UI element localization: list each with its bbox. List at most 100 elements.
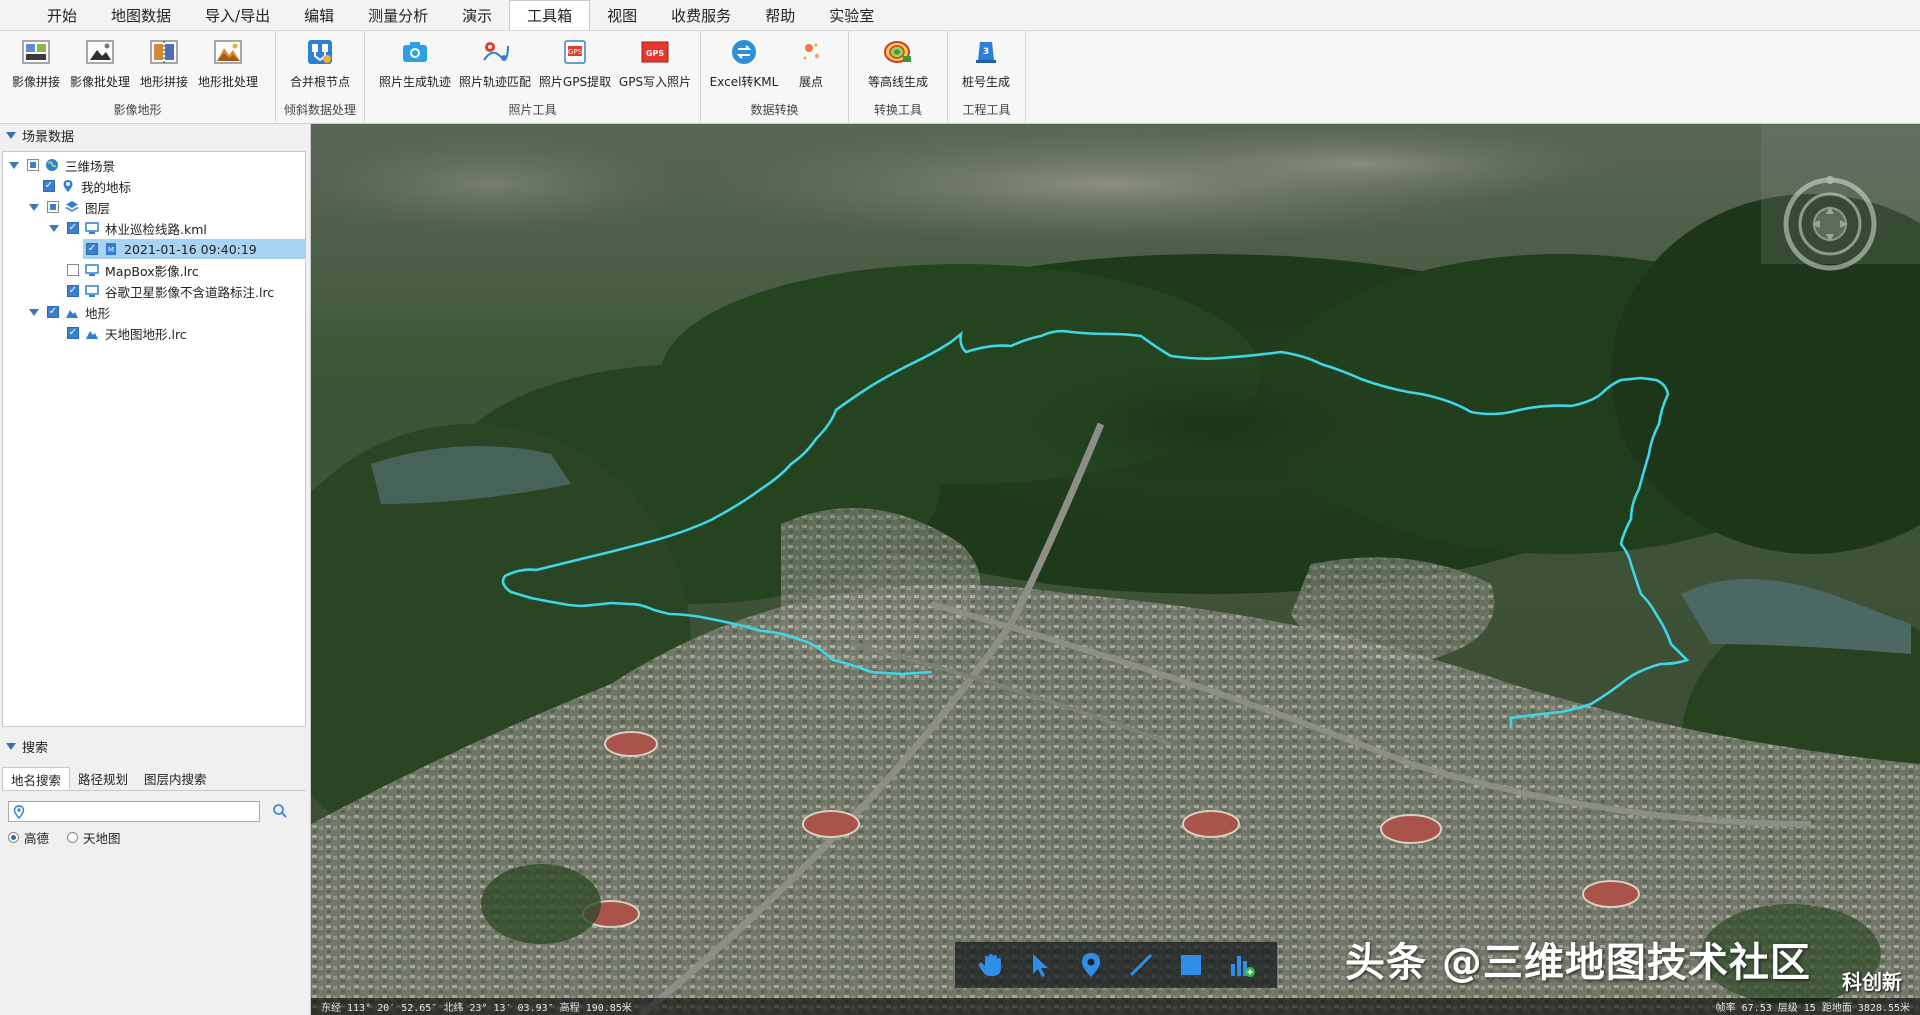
radio-gaode[interactable]	[8, 832, 19, 843]
gps-extract-icon: GPS	[560, 37, 590, 67]
draw-polygon-icon[interactable]	[1174, 948, 1208, 982]
stake-number-icon: 3	[971, 37, 1001, 67]
svg-text:GPS: GPS	[646, 49, 664, 58]
place-mark-icon[interactable]	[1074, 948, 1108, 982]
stake-number-button[interactable]: 3 桩号生成	[954, 35, 1018, 90]
ribbon-toolbar: 影像拼接 影像批处理 地形拼接 地形批处理 影像地形 合并根节点 倾斜数据处理 …	[0, 31, 1920, 124]
tree-label: MapBox影像.lrc	[105, 263, 199, 279]
watermark-text: 头条 @三维地图技术社区	[1345, 940, 1811, 986]
tree-node-layers[interactable]: 图层	[29, 197, 110, 217]
menu-tab-edit[interactable]: 编辑	[287, 0, 351, 30]
photo-track-match-button[interactable]: 照片轨迹匹配	[455, 35, 535, 90]
ribbon-group-engineering-tools: 3 桩号生成 工程工具	[948, 31, 1026, 124]
terrain-mosaic-button[interactable]: 地形拼接	[132, 35, 196, 90]
map-draw-toolbar	[955, 942, 1277, 988]
merge-root-node-button[interactable]: 合并根节点	[288, 35, 352, 90]
menu-tab-demo[interactable]: 演示	[445, 0, 509, 30]
checkbox[interactable]: ✓	[86, 243, 98, 255]
checkbox[interactable]	[67, 264, 79, 276]
menu-tab-paid-services[interactable]: 收费服务	[654, 0, 748, 30]
chart-add-icon[interactable]	[1225, 948, 1259, 982]
expand-icon[interactable]	[9, 161, 19, 169]
photo-track-icon	[400, 37, 430, 67]
contour-generate-button[interactable]: 等高线生成	[859, 35, 937, 90]
tree-node-terrain[interactable]: ✓ 地形	[29, 302, 110, 322]
tree-label: 三维场景	[65, 158, 116, 174]
tab-route-planning[interactable]: 路径规划	[70, 767, 136, 790]
scatter-points-icon	[796, 37, 826, 67]
menu-tab-lab[interactable]: 实验室	[812, 0, 891, 30]
terrain-icon	[65, 305, 79, 319]
ribbon-group-convert-tools: 等高线生成 转换工具	[849, 31, 948, 124]
search-icon[interactable]	[272, 803, 290, 821]
menu-tab-view[interactable]: 视图	[590, 0, 654, 30]
menu-tab-toolbox[interactable]: 工具箱	[509, 0, 591, 30]
radio-tianditu[interactable]	[67, 832, 79, 843]
tree-node-track-record[interactable]: ✓ M 2021-01-16 09:40:19	[83, 239, 305, 259]
scatter-points-button[interactable]: 展点	[781, 35, 841, 90]
track-file-icon: M	[104, 242, 118, 256]
checkbox[interactable]: ✓	[67, 285, 79, 297]
svg-text:GPS: GPS	[568, 48, 583, 56]
search-input[interactable]	[25, 802, 245, 821]
satellite-terrain	[311, 124, 1920, 1015]
checkbox[interactable]: ✓	[67, 222, 79, 234]
checkbox[interactable]	[27, 159, 39, 171]
svg-text:M: M	[108, 246, 114, 254]
svg-text:3: 3	[983, 47, 989, 57]
tree-node-tianditu-terrain[interactable]: ✓ 天地图地形.lrc	[67, 323, 187, 343]
tree-node-google-satellite[interactable]: ✓ 谷歌卫星影像不含道路标注.lrc	[67, 281, 274, 301]
gps-write-icon: GPS	[640, 37, 670, 67]
map-3d-view[interactable]: 头条 @三维地图技术社区 科创新 东经 113° 20′ 52.65″ 北纬 2…	[311, 124, 1920, 1015]
checkbox[interactable]: ✓	[47, 306, 59, 318]
ribbon-group-imagery-terrain: 影像拼接 影像批处理 地形拼接 地形批处理 影像地形	[0, 31, 276, 124]
search-header[interactable]: 搜索	[0, 735, 311, 757]
ribbon-group-label: 照片工具	[508, 103, 557, 117]
menu-tab-help[interactable]: 帮助	[748, 0, 812, 30]
tab-layer-search[interactable]: 图层内搜索	[136, 767, 215, 790]
pan-hand-icon[interactable]	[973, 948, 1007, 982]
scene-data-header[interactable]: 场景数据	[0, 124, 310, 146]
photo-track-match-icon	[480, 37, 510, 67]
ribbon-group-data-convert: Excel转KML 展点 数据转换	[701, 31, 849, 124]
menu-tab-import-export[interactable]: 导入/导出	[188, 0, 287, 30]
tree-label: 2021-01-16 09:40:19	[124, 241, 257, 257]
tab-place-search[interactable]: 地名搜索	[2, 767, 71, 790]
excel-to-kml-button[interactable]: Excel转KML	[707, 35, 781, 90]
terrain-batch-button[interactable]: 地形批处理	[196, 35, 260, 90]
terrain-mosaic-icon	[149, 37, 179, 67]
checkbox[interactable]: ✓	[67, 327, 79, 339]
menu-tab-map-data[interactable]: 地图数据	[94, 0, 188, 30]
menu-tab-measure[interactable]: 测量分析	[351, 0, 445, 30]
expand-icon[interactable]	[29, 308, 39, 316]
monitor-icon	[85, 221, 99, 235]
tree-node-mapbox[interactable]: MapBox影像.lrc	[67, 260, 199, 280]
tree-node-kml-file[interactable]: ✓ 林业巡检线路.kml	[49, 218, 207, 238]
status-coordinates: 东经 113° 20′ 52.65″ 北纬 23° 13′ 03.93″ 高程 …	[321, 1003, 632, 1014]
ribbon-group-label: 倾斜数据处理	[283, 103, 356, 117]
ribbon-group-label: 工程工具	[962, 103, 1011, 117]
menu-tab-start[interactable]: 开始	[30, 0, 94, 30]
checkbox[interactable]	[47, 201, 59, 213]
location-pin-icon	[13, 804, 25, 819]
gps-write-button[interactable]: GPS GPS写入照片	[615, 35, 695, 90]
image-mosaic-button[interactable]: 影像拼接	[4, 35, 68, 90]
collapse-icon	[6, 131, 16, 139]
status-bar: 东经 113° 20′ 52.65″ 北纬 23° 13′ 03.93″ 高程 …	[311, 998, 1920, 1015]
photo-track-button[interactable]: 照片生成轨迹	[375, 35, 455, 90]
left-panel: 场景数据 三维场景 ✓ 我的地标 图层 ✓ 林业巡检线路.kml ✓ M 202…	[0, 124, 311, 1015]
navigation-compass[interactable]	[1782, 176, 1878, 272]
merge-root-node-icon	[305, 37, 335, 67]
expand-icon[interactable]	[49, 224, 59, 232]
expand-icon[interactable]	[29, 203, 39, 211]
checkbox[interactable]: ✓	[43, 180, 55, 192]
tree-node-my-marks[interactable]: ✓ 我的地标	[43, 176, 131, 196]
select-arrow-icon[interactable]	[1023, 948, 1057, 982]
image-batch-button[interactable]: 影像批处理	[68, 35, 132, 90]
image-batch-icon	[85, 37, 115, 67]
draw-line-icon[interactable]	[1124, 948, 1158, 982]
tree-node-3d-scene[interactable]: 三维场景	[9, 155, 115, 175]
tree-label: 我的地标	[81, 179, 132, 195]
monitor-icon	[85, 284, 99, 298]
gps-extract-button[interactable]: GPS 照片GPS提取	[535, 35, 615, 90]
